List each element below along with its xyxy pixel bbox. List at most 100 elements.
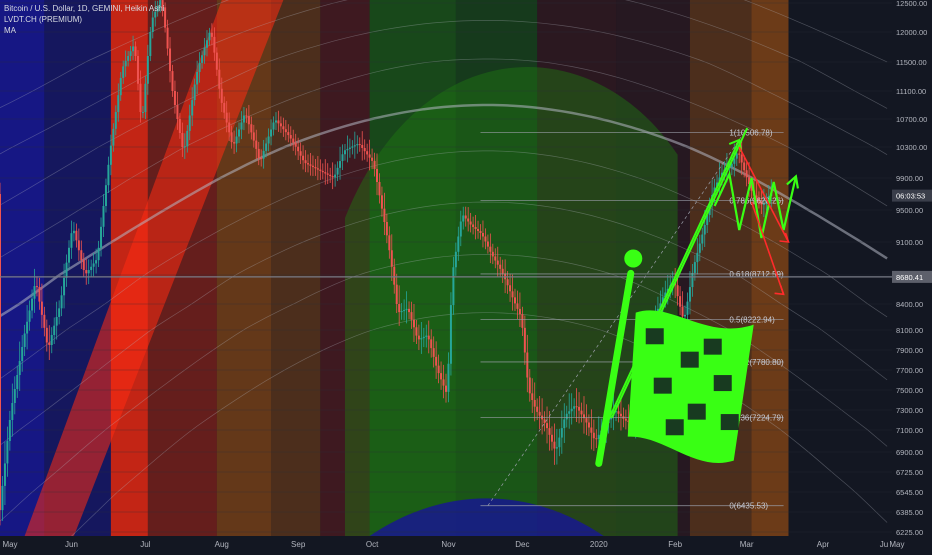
candle-body	[136, 56, 139, 84]
candle-body	[215, 52, 218, 70]
candle-body	[225, 112, 228, 123]
price-axis-label: 6225.00	[896, 528, 923, 537]
candle-body	[592, 432, 595, 439]
price-axis-label: 8100.00	[896, 326, 923, 335]
candle-body	[144, 83, 147, 112]
candle-body	[701, 234, 704, 244]
candle-body	[430, 339, 433, 349]
candle-body	[533, 400, 536, 407]
candle-body	[341, 154, 344, 162]
candle-body	[432, 348, 435, 357]
candle-body	[447, 363, 450, 392]
candle-body	[405, 308, 408, 310]
time-axis-label: Dec	[515, 540, 529, 549]
candle-body	[390, 250, 393, 267]
candle-body	[334, 174, 337, 178]
price-axis-label: 6545.00	[896, 488, 923, 497]
candle-body	[546, 423, 549, 429]
candle-body	[188, 115, 191, 131]
flag-checker	[653, 377, 672, 394]
candle-body	[260, 157, 263, 159]
candle-body	[491, 251, 494, 257]
time-axis-label: Feb	[668, 540, 682, 549]
candle-body	[356, 144, 359, 146]
price-axis-label: 10300.00	[896, 143, 927, 152]
candle-body	[745, 170, 748, 178]
candle-body	[403, 309, 406, 312]
candle-body	[16, 375, 19, 389]
candle-body	[230, 132, 233, 143]
candle-body	[555, 447, 558, 449]
candle-body	[462, 215, 465, 222]
candle-body	[580, 410, 583, 415]
candle-body	[326, 173, 329, 175]
candle-body	[80, 250, 83, 261]
current-price-label: 8680.41	[896, 273, 923, 282]
candle-body	[351, 146, 354, 148]
candle-body	[464, 215, 467, 219]
candle-body	[538, 411, 541, 416]
candle-body	[366, 151, 369, 155]
candle-body	[378, 182, 381, 196]
price-axis-label: 12500.00	[896, 0, 927, 8]
price-axis-label: 6900.00	[896, 448, 923, 457]
price-axis-label: 7900.00	[896, 346, 923, 355]
candle-body	[114, 112, 117, 129]
candle-body	[92, 263, 95, 267]
candle-body	[141, 112, 144, 113]
candle-body	[681, 306, 684, 317]
candle-body	[26, 321, 29, 334]
candle-body	[72, 230, 75, 234]
candle-body	[553, 441, 556, 449]
price-axis-label: 6725.00	[896, 468, 923, 477]
candle-body	[472, 224, 475, 227]
candle-body	[484, 236, 487, 242]
candle-body	[457, 236, 460, 252]
candle-body	[452, 267, 455, 306]
candle-body	[139, 83, 142, 112]
price-axis-label: 12000.00	[896, 28, 927, 37]
candle-body	[90, 266, 93, 271]
candle-body	[198, 62, 201, 72]
symbol-title[interactable]: Bitcoin / U.S. Dollar, 1D, GEMINI, Heiki…	[4, 3, 165, 14]
candle-body	[53, 325, 56, 335]
indicator-label[interactable]: LVDT.CH (PREMIUM)	[4, 14, 165, 25]
time-axis-label: May	[889, 540, 904, 549]
candle-body	[691, 272, 694, 288]
candle-body	[176, 105, 179, 119]
candle-body	[346, 148, 349, 151]
candle-body	[95, 260, 98, 264]
time-axis-label: Ju	[880, 540, 888, 549]
candle-body	[173, 91, 176, 105]
candle-body	[50, 335, 53, 345]
candle-body	[383, 208, 386, 222]
candle-body	[531, 393, 534, 400]
candle-body	[191, 100, 194, 116]
candle-body	[321, 170, 324, 173]
candle-body	[486, 241, 489, 247]
candle-body	[388, 235, 391, 251]
chart-area[interactable]: 1(10506.78) 0.786(9620.26) 0.618(8712.59) 0…	[0, 0, 932, 555]
candle-body	[112, 128, 115, 146]
time-axis-label: Aug	[215, 540, 229, 549]
candle-body	[279, 123, 282, 127]
candle-body	[284, 129, 287, 133]
candle-body	[107, 164, 110, 186]
candle-body	[166, 27, 169, 49]
candle-body	[425, 335, 428, 337]
candle-body	[548, 428, 551, 435]
candle-body	[595, 438, 598, 440]
candle-body	[287, 132, 290, 136]
candle-body	[309, 164, 312, 166]
chart-svg[interactable]: 1(10506.78)0.786(9620.26)0.618(8712.59)0…	[0, 0, 932, 555]
candle-body	[307, 163, 310, 165]
candle-body	[743, 162, 746, 171]
candle-body	[624, 418, 627, 421]
candle-body	[31, 298, 34, 311]
price-axis-label: 7100.00	[896, 426, 923, 435]
candle-body	[267, 136, 270, 144]
candle-body	[242, 115, 245, 123]
countdown-label: 06:03:53	[896, 192, 925, 201]
flag-pole-ball	[624, 249, 643, 268]
ma-label[interactable]: MA	[4, 25, 165, 36]
